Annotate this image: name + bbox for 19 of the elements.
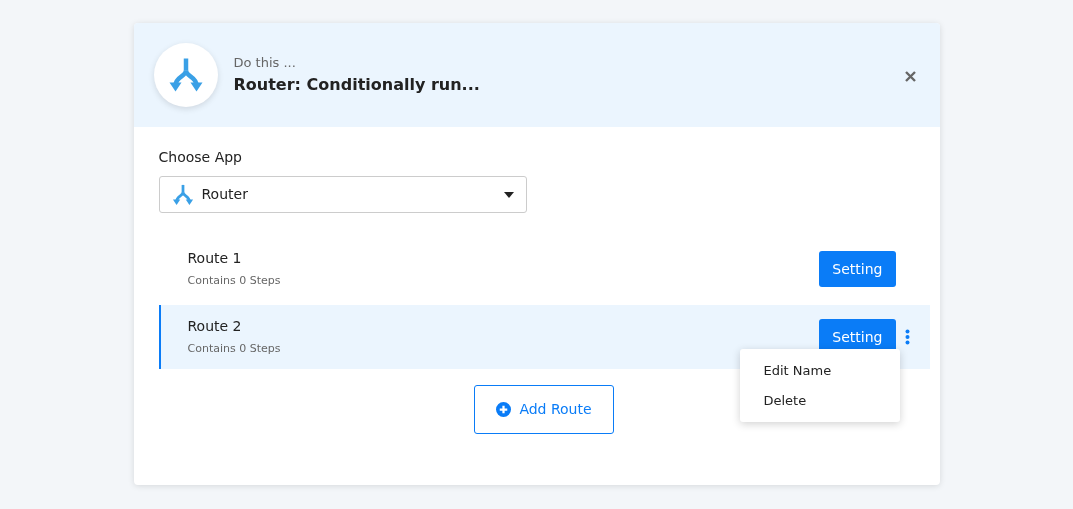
router-icon bbox=[167, 57, 204, 93]
route-name: Route 2 bbox=[187, 317, 243, 337]
close-icon bbox=[904, 71, 916, 82]
setting-button[interactable]: Setting bbox=[819, 251, 896, 287]
header-title: Router: Conditionally run... bbox=[233, 73, 481, 96]
more-icon[interactable] bbox=[905, 329, 910, 345]
app-select[interactable]: Router bbox=[158, 176, 527, 213]
field-label: Choose App bbox=[158, 148, 243, 167]
route-name: Route 1 bbox=[187, 249, 243, 269]
caret-icon bbox=[503, 191, 514, 198]
header-subtitle: Do this ... bbox=[233, 54, 297, 73]
route-steps: Contains 0 Steps bbox=[187, 273, 820, 290]
route-steps: Contains 0 Steps bbox=[187, 341, 820, 358]
menu-item[interactable]: Edit Name bbox=[739, 356, 900, 386]
plus-circle-icon bbox=[496, 402, 512, 417]
menu-item[interactable]: Delete bbox=[739, 385, 900, 415]
add-route-button[interactable]: Add Route bbox=[474, 385, 614, 434]
router-icon bbox=[171, 183, 194, 206]
route-row[interactable]: Route 1 Contains 0 Steps Setting bbox=[158, 237, 930, 301]
